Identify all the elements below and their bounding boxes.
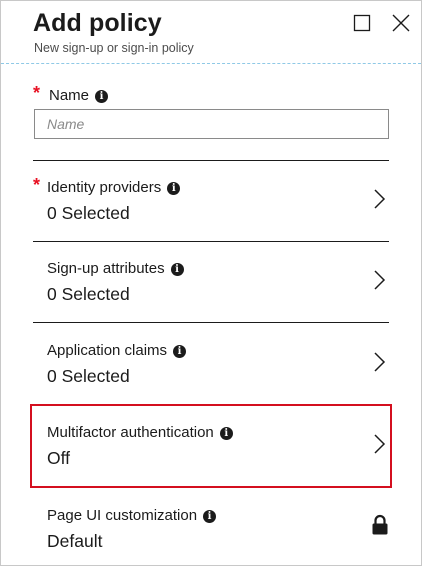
page-title: Add policy [33, 9, 162, 37]
multifactor-authentication-label-text: Multifactor authentication [47, 424, 214, 441]
multifactor-authentication-row[interactable]: Multifactor authentication i Off [33, 406, 389, 486]
maximize-button[interactable] [351, 12, 373, 34]
blade-header: Add policy New sign-up or sign-in policy [1, 1, 421, 64]
identity-providers-label-text: Identity providers [47, 179, 162, 196]
maximize-icon [353, 14, 371, 32]
info-icon[interactable]: i [219, 427, 233, 440]
chevron-right-icon [374, 189, 386, 209]
page-ui-customization-label: Page UI customization i [47, 507, 217, 524]
chevron-right-icon [374, 352, 386, 372]
chevron-right-icon [374, 434, 386, 454]
required-marker: * [33, 83, 41, 103]
name-input[interactable] [34, 109, 389, 139]
application-claims-row[interactable]: Application claims i 0 Selected [33, 325, 389, 402]
info-icon[interactable]: i [173, 345, 187, 358]
sign-up-attributes-label: Sign-up attributes i [47, 260, 184, 277]
name-label: Name i [49, 87, 109, 104]
application-claims-label: Application claims i [47, 342, 187, 359]
info-icon[interactable]: i [170, 263, 184, 276]
divider [33, 241, 389, 242]
application-claims-value: 0 Selected [47, 366, 130, 386]
chevron-right-icon [374, 270, 386, 290]
page-ui-customization-label-text: Page UI customization [47, 507, 198, 524]
close-button[interactable] [390, 12, 412, 34]
page-ui-customization-row[interactable]: Page UI customization i Default [33, 491, 389, 563]
divider [33, 160, 389, 161]
add-policy-blade: Add policy New sign-up or sign-in policy… [0, 0, 422, 566]
sign-up-attributes-value: 0 Selected [47, 284, 130, 304]
name-label-text: Name [49, 87, 90, 104]
divider [33, 322, 389, 323]
info-icon[interactable]: i [167, 182, 181, 195]
identity-providers-row[interactable]: * Identity providers i 0 Selected [33, 163, 389, 240]
multifactor-authentication-label: Multifactor authentication i [47, 424, 233, 441]
close-icon [392, 14, 410, 32]
page-ui-customization-value: Default [47, 531, 103, 551]
sign-up-attributes-label-text: Sign-up attributes [47, 260, 165, 277]
identity-providers-label: Identity providers i [47, 179, 181, 196]
application-claims-label-text: Application claims [47, 342, 168, 359]
multifactor-authentication-value: Off [47, 448, 71, 468]
header-divider [1, 63, 421, 64]
lock-icon [372, 514, 388, 535]
required-marker: * [33, 175, 41, 195]
info-icon[interactable]: i [203, 510, 217, 523]
identity-providers-value: 0 Selected [47, 203, 130, 223]
info-icon[interactable]: i [95, 90, 109, 103]
sign-up-attributes-row[interactable]: Sign-up attributes i 0 Selected [33, 244, 389, 321]
page-subtitle: New sign-up or sign-in policy [34, 41, 194, 55]
